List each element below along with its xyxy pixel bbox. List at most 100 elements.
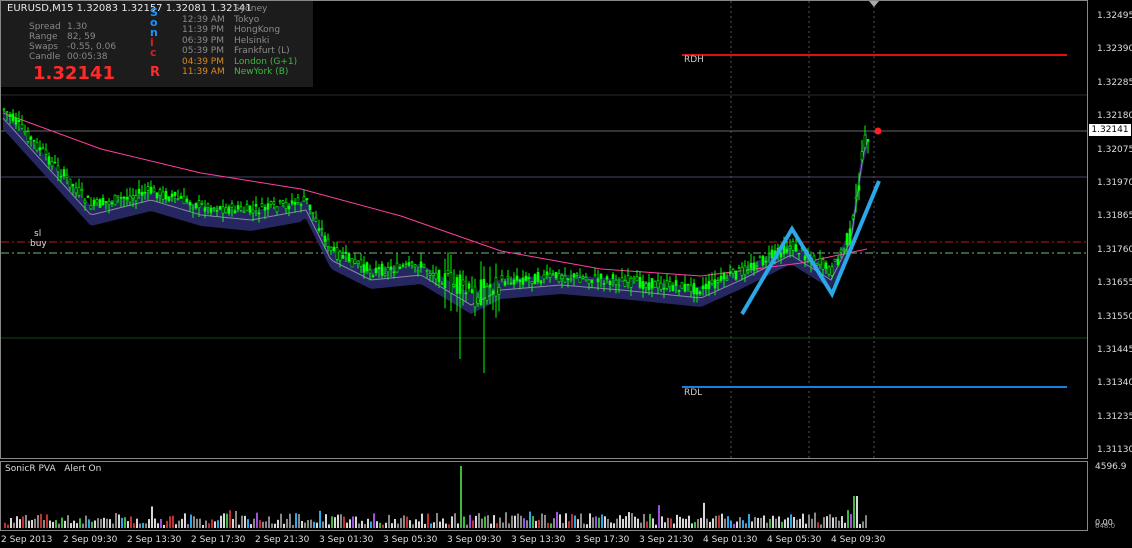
- volume-bar: [844, 522, 846, 528]
- volume-bar: [112, 523, 114, 528]
- candle-body: [602, 283, 606, 285]
- volume-bar: [526, 520, 528, 528]
- volume-bar: [622, 518, 624, 528]
- candle-body: [242, 210, 246, 213]
- candle-body: [50, 160, 54, 167]
- candle-body: [497, 287, 501, 295]
- candle-body: [236, 205, 240, 210]
- session-city: London (G+1): [234, 56, 298, 67]
- volume-bar: [544, 514, 546, 528]
- candle-body: [407, 262, 411, 266]
- volume-bar: [547, 522, 549, 528]
- session-city: Helsinki: [234, 35, 270, 46]
- volume-bar: [460, 466, 462, 528]
- candle-body: [566, 278, 570, 280]
- candle-body: [611, 274, 615, 279]
- volume-bar: [322, 521, 324, 528]
- volume-bar: [796, 519, 798, 528]
- candle-body: [671, 285, 675, 292]
- candle-body: [218, 206, 222, 210]
- candle-body: [509, 282, 513, 285]
- candle-body: [32, 140, 36, 142]
- rdl-label: RDL: [684, 388, 703, 398]
- volume-bar: [691, 523, 693, 528]
- candle-body: [695, 287, 699, 295]
- candle-body: [746, 270, 750, 273]
- time-tick-label: 3 Sep 13:30: [511, 535, 566, 545]
- volume-bar: [301, 520, 303, 528]
- volume-bar: [697, 519, 699, 528]
- volume-bar: [802, 513, 804, 528]
- candle-body: [38, 147, 42, 151]
- volume-bar: [289, 513, 291, 528]
- candle-body: [725, 278, 729, 281]
- candle-body: [488, 284, 492, 288]
- candle-body: [308, 204, 312, 210]
- candle-body: [275, 206, 279, 213]
- candle-body: [122, 196, 126, 199]
- candle-body: [338, 251, 342, 261]
- volume-bar: [346, 522, 348, 528]
- candle-body: [761, 255, 765, 266]
- volume-bar: [67, 515, 69, 528]
- pva-max-label: 4596.9: [1095, 462, 1127, 472]
- candle-body: [434, 272, 438, 280]
- candle-body: [329, 246, 333, 251]
- candle-body: [74, 187, 78, 194]
- candle-body: [563, 275, 567, 283]
- pva-volume-chart[interactable]: [1, 462, 1087, 530]
- volume-bar: [550, 523, 552, 528]
- volume-bar: [427, 513, 429, 528]
- candle-body: [290, 200, 294, 204]
- candle-body: [41, 147, 45, 150]
- candle-body: [476, 297, 480, 304]
- volume-bar: [652, 518, 654, 528]
- candle-body: [821, 259, 825, 270]
- volume-bar: [850, 514, 852, 528]
- volume-bar: [472, 520, 474, 528]
- candle-body: [188, 202, 192, 206]
- time-tick-label: 3 Sep 01:30: [319, 535, 374, 545]
- session-city: HongKong: [234, 25, 281, 35]
- candle-body: [296, 197, 300, 203]
- volume-bar: [649, 513, 651, 528]
- volume-bar: [394, 519, 396, 528]
- candle-body: [221, 206, 225, 214]
- volume-bar: [847, 510, 849, 528]
- candle-body: [416, 270, 420, 273]
- time-tick-label: 2 Sep 21:30: [255, 535, 310, 545]
- candle-body: [104, 201, 108, 203]
- volume-bar: [700, 517, 702, 528]
- candle-body: [299, 204, 303, 206]
- price-tick-label: 1.31235: [1097, 411, 1132, 422]
- big-current-price: 1.32141: [33, 63, 115, 84]
- volume-bar: [295, 513, 297, 528]
- session-time: 12:39 AM: [182, 14, 225, 25]
- session-row: 06:39 PM Helsinki: [182, 36, 269, 46]
- candle-body: [149, 186, 153, 194]
- candle-body: [347, 253, 351, 262]
- candle-body: [77, 186, 81, 196]
- volume-bar: [499, 517, 501, 528]
- volume-bar: [355, 516, 357, 528]
- candle-body: [332, 246, 336, 251]
- volume-bar: [373, 513, 375, 528]
- candle-body: [353, 258, 357, 264]
- price-tick-label: 1.31130: [1097, 445, 1132, 456]
- volume-bar: [616, 518, 618, 528]
- candle-body: [530, 281, 534, 284]
- time-tick-label: 2 Sep 13:30: [127, 535, 182, 545]
- volume-bar: [784, 519, 786, 528]
- volume-bar: [562, 523, 564, 528]
- sonic-letter: R: [150, 65, 161, 80]
- volume-bar: [568, 521, 570, 528]
- pva-volume-panel[interactable]: [0, 461, 1088, 531]
- candle-body: [107, 200, 111, 205]
- candle-body: [323, 235, 327, 242]
- volume-bar: [775, 518, 777, 528]
- candle-body: [305, 198, 309, 201]
- candle-body: [839, 249, 843, 253]
- volume-bar: [709, 521, 711, 528]
- volume-bar: [724, 518, 726, 528]
- candle-body: [701, 285, 705, 289]
